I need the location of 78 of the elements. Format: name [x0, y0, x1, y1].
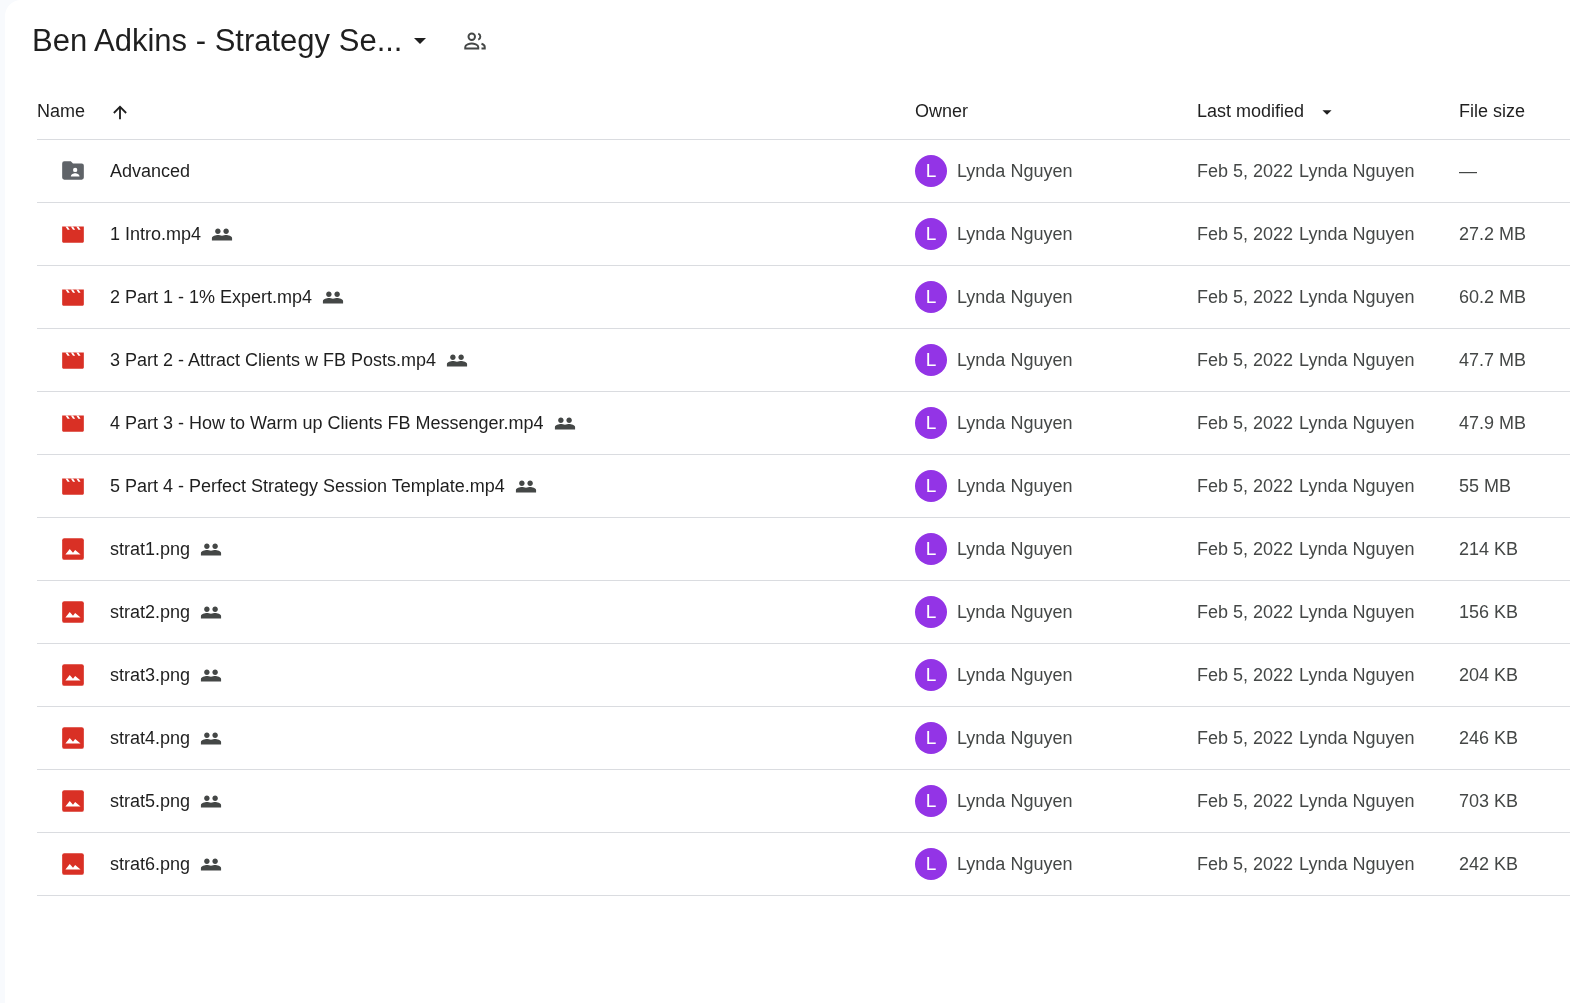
owner-avatar: L	[915, 659, 947, 691]
owner-avatar: L	[915, 407, 947, 439]
file-name[interactable]: strat4.png	[110, 727, 191, 749]
modified-date: Feb 5, 2022	[1197, 538, 1294, 560]
file-size: —	[1459, 160, 1477, 181]
modified-date: Feb 5, 2022	[1197, 475, 1294, 497]
owner-name: Lynda Nguyen	[957, 664, 1073, 686]
modified-date: Feb 5, 2022	[1197, 664, 1294, 686]
file-size: 246 KB	[1459, 727, 1519, 748]
modified-by: Lynda Nguyen	[1299, 727, 1415, 749]
modified-by: Lynda Nguyen	[1299, 223, 1415, 245]
file-size: 47.7 MB	[1459, 349, 1527, 370]
column-header[interactable]: Last modified	[1197, 101, 1305, 122]
owner-avatar: L	[915, 785, 947, 817]
owner-avatar: L	[915, 722, 947, 754]
owner-name: Lynda Nguyen	[957, 223, 1073, 245]
file-name[interactable]: 5 Part 4 - Perfect Strategy Session Template.mp4	[110, 475, 505, 497]
modified-date: Feb 5, 2022	[1197, 349, 1294, 371]
file-size: 47.9 MB	[1459, 412, 1527, 433]
file-name[interactable]: 1 Intro.mp4	[110, 223, 202, 245]
file-size: 27.2 MB	[1459, 223, 1527, 244]
modified-by: Lynda Nguyen	[1299, 538, 1415, 560]
owner-name: Lynda Nguyen	[957, 286, 1073, 308]
file-name[interactable]: strat3.png	[110, 664, 191, 686]
modified-date: Feb 5, 2022	[1197, 727, 1294, 749]
modified-date: Feb 5, 2022	[1197, 853, 1294, 875]
file-size: 156 KB	[1459, 601, 1519, 622]
modified-by: Lynda Nguyen	[1299, 790, 1415, 812]
modified-by: Lynda Nguyen	[1299, 412, 1415, 434]
file-size: 204 KB	[1459, 664, 1519, 685]
column-header[interactable]: File size	[1459, 101, 1525, 122]
owner-avatar: L	[915, 533, 947, 565]
file-name[interactable]: strat5.png	[110, 790, 191, 812]
file-name[interactable]: 3 Part 2 - Attract Clients w FB Posts.mp4	[110, 349, 437, 371]
modified-date: Feb 5, 2022	[1197, 286, 1294, 308]
file-size: 55 MB	[1459, 475, 1512, 496]
owner-name: Lynda Nguyen	[957, 790, 1073, 812]
owner-name: Lynda Nguyen	[957, 853, 1073, 875]
modified-by: Lynda Nguyen	[1299, 160, 1415, 182]
owner-name: Lynda Nguyen	[957, 349, 1073, 371]
owner-avatar: L	[915, 848, 947, 880]
owner-avatar: L	[915, 470, 947, 502]
modified-by: Lynda Nguyen	[1299, 664, 1415, 686]
modified-date: Feb 5, 2022	[1197, 160, 1294, 182]
owner-name: Lynda Nguyen	[957, 160, 1073, 182]
folder-title-button[interactable]: Ben Adkins - Strategy Se...	[26, 21, 437, 61]
modified-by: Lynda Nguyen	[1299, 601, 1415, 623]
caret-icon	[414, 38, 427, 44]
file-name[interactable]: strat6.png	[110, 853, 191, 875]
owner-avatar: L	[915, 281, 947, 313]
owner-name: Lynda Nguyen	[957, 727, 1073, 749]
owner-avatar: L	[915, 155, 947, 187]
modified-by: Lynda Nguyen	[1299, 475, 1415, 497]
modified-by: Lynda Nguyen	[1299, 349, 1415, 371]
file-name[interactable]: 2 Part 1 - 1% Expert.mp4	[110, 286, 313, 308]
owner-avatar: L	[915, 596, 947, 628]
file-name[interactable]: strat1.png	[110, 538, 191, 560]
file-size: 703 KB	[1459, 790, 1519, 811]
modified-date: Feb 5, 2022	[1197, 223, 1294, 245]
owner-name: Lynda Nguyen	[957, 412, 1073, 434]
column-header[interactable]: Owner	[915, 101, 968, 122]
modified-date: Feb 5, 2022	[1197, 412, 1294, 434]
owner-avatar: L	[915, 344, 947, 376]
owner-avatar: L	[915, 218, 947, 250]
file-size: 60.2 MB	[1459, 286, 1527, 307]
column-header[interactable]: Name	[37, 101, 85, 122]
file-size: 214 KB	[1459, 538, 1519, 559]
owner-name: Lynda Nguyen	[957, 601, 1073, 623]
file-name[interactable]: 4 Part 3 - How to Warm up Clients FB Messenger.mp4	[110, 412, 544, 434]
owner-name: Lynda Nguyen	[957, 475, 1073, 497]
file-name[interactable]: Advanced	[110, 160, 191, 182]
modified-date: Feb 5, 2022	[1197, 790, 1294, 812]
file-name[interactable]: strat2.png	[110, 601, 191, 623]
modified-date: Feb 5, 2022	[1197, 601, 1294, 623]
modified-by: Lynda Nguyen	[1299, 286, 1415, 308]
owner-name: Lynda Nguyen	[957, 538, 1073, 560]
file-size: 242 KB	[1459, 853, 1519, 874]
modified-by: Lynda Nguyen	[1299, 853, 1415, 875]
